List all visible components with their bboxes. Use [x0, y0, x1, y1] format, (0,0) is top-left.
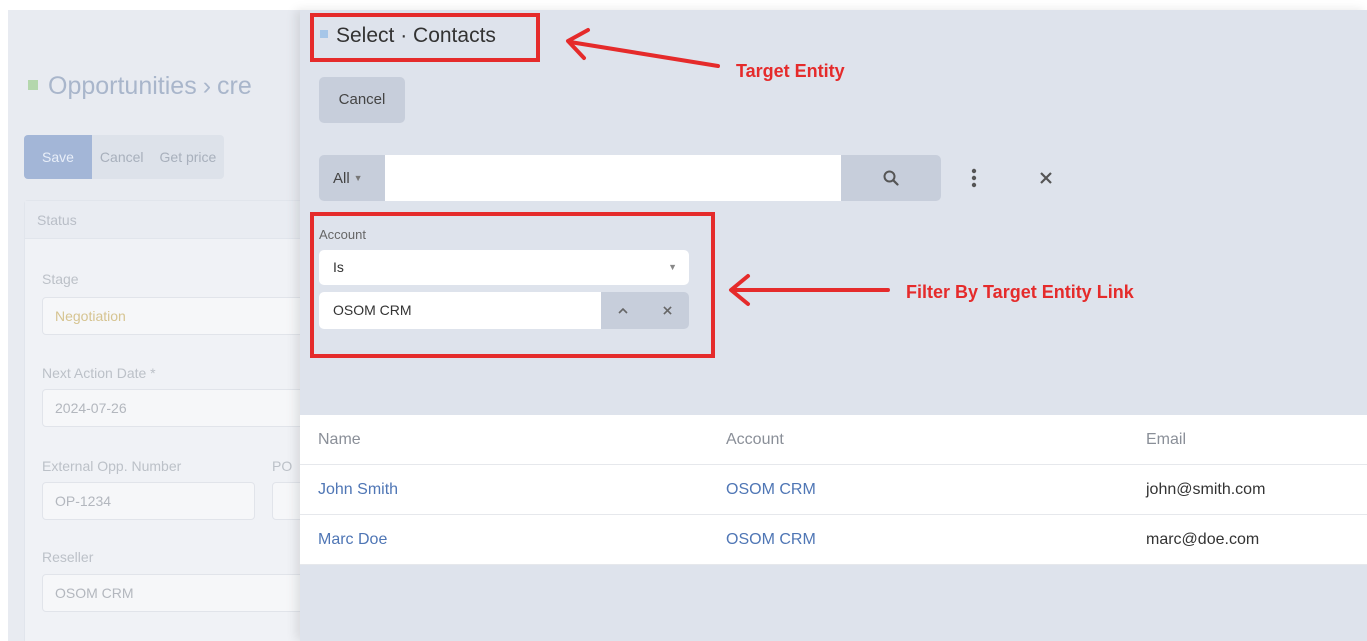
caret-down-icon: ▼ [668, 262, 677, 272]
reseller-label: Reseller [42, 549, 94, 565]
search-icon [883, 170, 899, 186]
table-row[interactable]: Marc Doe OSOM CRM marc@doe.com [300, 515, 1367, 565]
get-price-button[interactable]: Get price [152, 135, 225, 179]
contact-email: john@smith.com [1146, 481, 1266, 498]
filter-annotation: Filter By Target Entity Link [906, 282, 1134, 302]
cancel-button[interactable]: Cancel [319, 77, 405, 123]
external-opp-number-label: External Opp. Number [42, 458, 182, 474]
page-title: Opportunities › cre [28, 72, 252, 101]
contact-name-link[interactable]: Marc Doe [318, 515, 387, 565]
po-label: PO [272, 458, 293, 474]
account-filter-operator-select[interactable]: Is ▼ [319, 250, 689, 285]
close-icon [662, 306, 672, 315]
contact-account-link[interactable]: OSOM CRM [726, 465, 816, 515]
next-action-date-field[interactable]: 2024-07-26 [42, 389, 312, 427]
column-header-email[interactable]: Email [1146, 415, 1186, 465]
reseller-field[interactable]: OSOM CRM [42, 574, 312, 612]
account-filter-label: Account [319, 227, 366, 242]
column-header-account[interactable]: Account [726, 415, 784, 465]
square-bullet-icon [28, 80, 38, 90]
breadcrumb-opportunities[interactable]: Opportunities [48, 72, 197, 100]
breadcrumb-separator: › [202, 72, 212, 100]
table-header-row: Name Account Email [300, 415, 1367, 465]
select-contacts-modal: Select · Contacts Cancel All ▼ Account Is… [300, 10, 1367, 641]
contact-email: marc@doe.com [1146, 531, 1260, 548]
account-filter-clear-button[interactable] [645, 292, 689, 329]
modal-title: Select · Contacts [320, 24, 496, 48]
clear-search-button[interactable] [1034, 166, 1058, 190]
close-icon [1040, 172, 1052, 184]
record-toolbar: Save Cancel Get price [24, 135, 225, 179]
more-options-button[interactable] [964, 162, 984, 194]
search-scope-label: All [333, 170, 350, 187]
breadcrumb-current: cre [217, 72, 252, 100]
table-row[interactable]: John Smith OSOM CRM john@smith.com [300, 465, 1367, 515]
search-input[interactable] [385, 155, 841, 201]
square-bullet-icon [320, 30, 328, 38]
stage-label: Stage [42, 271, 79, 287]
search-bar: All ▼ [319, 155, 941, 201]
vertical-dots-icon [971, 168, 977, 188]
column-header-name[interactable]: Name [318, 415, 361, 465]
cancel-record-button[interactable]: Cancel [92, 135, 152, 179]
save-button[interactable]: Save [24, 135, 92, 179]
status-panel-heading: Status [25, 201, 323, 239]
status-panel: Status Stage Negotiation Next Action Dat… [24, 200, 332, 641]
target-entity-annotation: Target Entity [736, 61, 845, 81]
next-action-date-label: Next Action Date * [42, 365, 156, 381]
external-opp-number-field[interactable]: OP-1234 [42, 482, 255, 520]
contact-account-link[interactable]: OSOM CRM [726, 515, 816, 565]
account-filter-value-field: OSOM CRM [319, 292, 689, 329]
chevron-up-icon [618, 307, 628, 314]
modal-title-text: Select · Contacts [336, 24, 496, 47]
account-filter-select-button[interactable] [601, 292, 645, 329]
caret-down-icon: ▼ [353, 173, 363, 183]
stage-field[interactable]: Negotiation [42, 297, 312, 335]
search-button[interactable] [841, 155, 941, 201]
account-filter-operator-value: Is [333, 259, 344, 275]
account-filter-value-input[interactable]: OSOM CRM [319, 292, 601, 329]
contact-name-link[interactable]: John Smith [318, 465, 398, 515]
search-scope-dropdown[interactable]: All ▼ [319, 155, 385, 201]
contacts-results-table: Name Account Email John Smith OSOM CRM j… [300, 415, 1367, 565]
